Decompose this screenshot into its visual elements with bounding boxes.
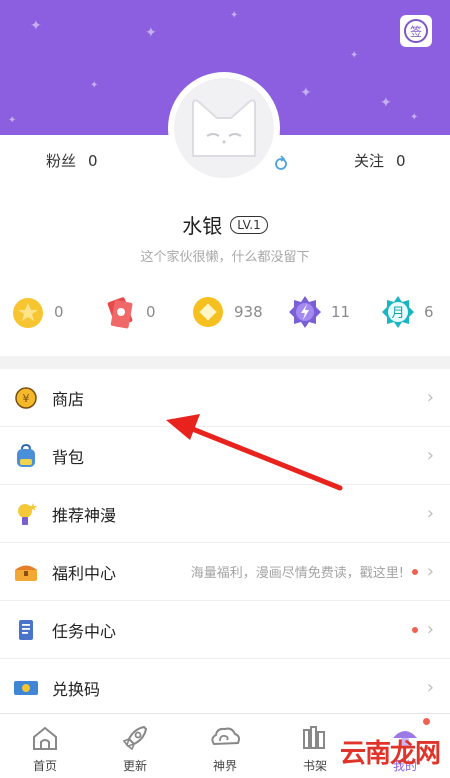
menu-label: 福利中心 [52,563,117,583]
edit-avatar-button[interactable] [270,152,292,174]
rocket-icon [118,721,152,755]
fans-label: 粉丝 [46,152,77,170]
star-coin-icon [10,294,46,330]
level-badge: LV.1 [230,215,268,234]
recommend-icon [12,500,40,528]
menu-item-redeem[interactable]: 兑换码 › [0,659,450,717]
menu-item-welfare[interactable]: 福利中心 海量福利，漫画尽情免费读，戳这里! › [0,543,450,601]
currency-row: 0 0 938 11 月 6 [0,294,450,334]
notification-dot [412,626,418,633]
menu-label: 推荐神漫 [52,505,117,525]
menu-item-recommend[interactable]: 推荐神漫 › [0,485,450,543]
tab-label: 更新 [122,759,147,773]
backpack-icon [12,442,40,470]
chevron-right-icon: › [426,677,434,698]
follow-stat[interactable]: 关注 0 [354,150,406,171]
avatar[interactable] [168,72,280,184]
menu-item-backpack[interactable]: 背包 › [0,427,450,485]
currency-monthly[interactable]: 月 6 [380,294,434,330]
sign-in-button[interactable]: 签 [400,15,432,47]
default-rabbit-avatar-icon [192,99,256,157]
home-icon [28,721,62,755]
chevron-right-icon: › [426,619,434,640]
fans-stat[interactable]: 粉丝 0 [46,150,98,171]
notification-dot [412,568,418,575]
chevron-right-icon: › [426,561,434,582]
tab-home[interactable]: 首页 [0,714,90,778]
bookshelf-icon [298,721,332,755]
shop-coin-icon: ¥ [12,384,40,412]
cloud-swirl-icon [208,721,242,755]
refresh-icon [275,155,287,170]
svg-text:¥: ¥ [23,392,30,405]
red-ticket-icon [102,294,138,330]
currency-star[interactable]: 0 [10,294,64,330]
section-divider [0,356,450,369]
tab-label: 书架 [302,759,327,773]
chevron-right-icon: › [426,445,434,466]
chevron-right-icon: › [426,387,434,408]
sign-in-icon: 签 [404,19,428,43]
user-name: 水银 [182,214,223,238]
follow-count: 0 [396,152,406,170]
monthly-ticket-count: 6 [424,303,434,321]
currency-purple[interactable]: 11 [287,294,350,330]
gold-coin-count: 938 [234,303,263,321]
menu-list: ¥ 商店 › 背包 › 推荐神漫 › 福利中心 海量福利，漫画尽情免费读，戳这里… [0,369,450,717]
currency-ticket[interactable]: 0 [102,294,156,330]
follow-label: 关注 [354,152,385,170]
menu-label: 兑换码 [52,679,101,699]
tab-updates[interactable]: 更新 [90,714,180,778]
user-bio: 这个家伙很懒，什么都没留下 [140,250,310,265]
tab-label: 首页 [32,759,57,773]
welfare-hint: 海量福利，漫画尽情免费读，戳这里! [190,566,404,581]
monthly-ticket-icon: 月 [380,294,416,330]
gold-coin-icon [190,294,226,330]
watermark-text: 云南龙网 [339,739,441,769]
notification-dot [423,718,430,725]
menu-label: 任务中心 [52,621,117,641]
menu-item-shop[interactable]: ¥ 商店 › [0,369,450,427]
treasure-chest-icon [12,558,40,586]
svg-text:月: 月 [391,306,404,321]
fans-count: 0 [88,152,98,170]
purple-badge-icon [287,294,323,330]
menu-item-tasks[interactable]: 任务中心 › [0,601,450,659]
star-coin-count: 0 [54,303,64,321]
tab-shenjie[interactable]: 神界 [180,714,270,778]
purple-badge-count: 11 [331,303,351,321]
tab-label: 神界 [212,759,237,773]
redeem-ticket-icon [12,674,40,702]
chevron-right-icon: › [426,503,434,524]
task-scroll-icon [12,616,40,644]
currency-gold[interactable]: 938 [190,294,263,330]
menu-label: 商店 [52,389,85,409]
menu-label: 背包 [52,447,85,467]
red-ticket-count: 0 [146,303,156,321]
